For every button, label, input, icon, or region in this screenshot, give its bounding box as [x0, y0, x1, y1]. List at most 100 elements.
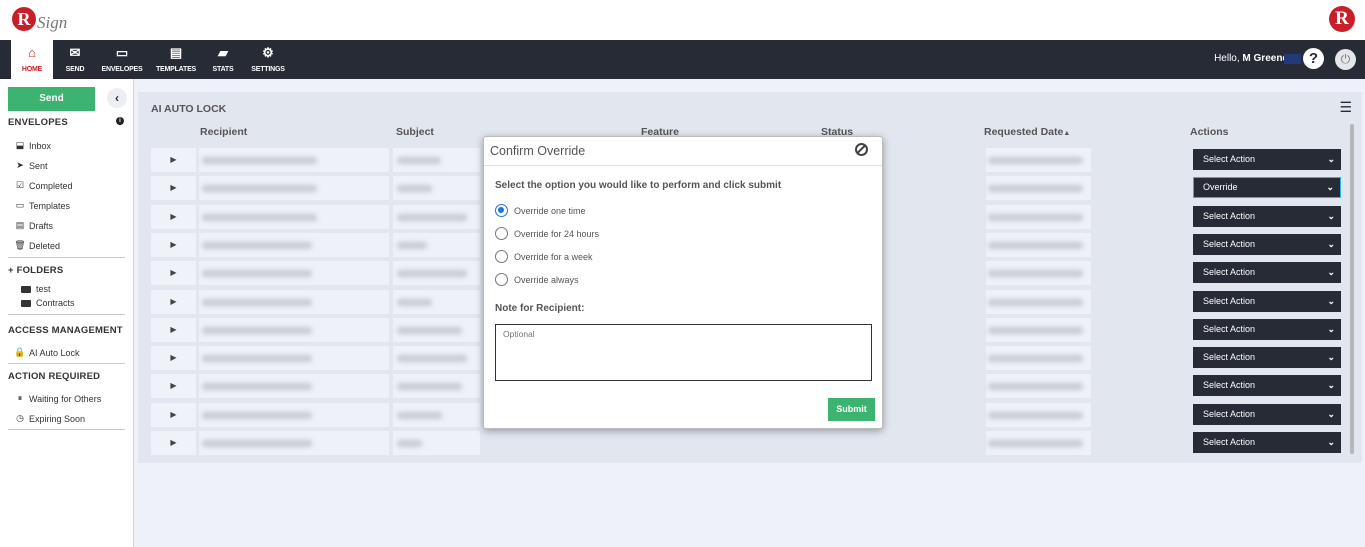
expand-row-button[interactable]: ▶ [151, 402, 196, 427]
sidebar: Send ‹ ENVELOPES i ⬓ Inbox ➤ Sent ☑ Complet… [0, 79, 134, 547]
action-select[interactable]: Select Action ⌄ [1193, 262, 1341, 284]
option-label: Override one time [514, 205, 586, 216]
option-24-hours[interactable]: Override for 24 hours [495, 227, 599, 240]
chevron-down-icon: ⌄ [1327, 352, 1335, 363]
date-cell [986, 232, 1091, 257]
nav-send[interactable]: ✉ SEND [60, 40, 90, 79]
action-select[interactable]: Select Action ⌄ [1193, 318, 1341, 340]
action-select[interactable]: Select Action ⌄ [1193, 432, 1341, 453]
action-select[interactable]: Select Action ⌄ [1193, 290, 1341, 312]
nav-home[interactable]: ⌂ HOME [11, 40, 53, 79]
table-row[interactable]: ▶ Select Action ⌄ [151, 431, 1343, 455]
plus-icon[interactable]: + [8, 265, 17, 276]
caret-right-icon: ▶ [170, 211, 177, 221]
redacted-text [988, 213, 1083, 221]
radio[interactable] [495, 273, 508, 286]
user-greeting[interactable]: Hello, M Greene [1214, 53, 1288, 64]
redacted-text [202, 355, 312, 363]
sidebar-item-sent[interactable]: ➤ Sent [14, 160, 47, 171]
chevron-down-icon: ⌄ [1327, 437, 1335, 447]
action-select[interactable]: Select Action ⌄ [1193, 403, 1341, 425]
action-select[interactable]: Select Action ⌄ [1193, 375, 1341, 397]
rsign-logo[interactable]: R Sign [12, 5, 67, 33]
expand-row-button[interactable]: ▶ [151, 176, 196, 201]
action-select[interactable]: Select Action ⌄ [1193, 347, 1341, 369]
sidebar-item-drafts[interactable]: ▤ Drafts [14, 220, 53, 231]
action-select[interactable]: Select Action ⌄ [1193, 149, 1341, 170]
main-nav: ⌂ HOME ✉ SEND ▭ ENVELOPES ▤ TEMPLATES ▰ STATS… [0, 40, 1365, 79]
radio-selected[interactable] [495, 204, 508, 217]
recipient-cell [199, 289, 389, 314]
expand-row-button[interactable]: ▶ [151, 261, 196, 286]
vertical-scrollbar[interactable] [1350, 124, 1354, 454]
sidebar-item-templates[interactable]: ▭ Templates [14, 200, 70, 211]
redacted-text [202, 213, 317, 221]
sidebar-item-waiting[interactable]: ⏸ Waiting for Others [14, 393, 101, 404]
date-cell [986, 289, 1091, 314]
radio[interactable] [495, 227, 508, 240]
caret-right-icon: ▶ [170, 239, 177, 249]
info-icon[interactable]: i [116, 117, 124, 125]
sidebar-item-inbox[interactable]: ⬓ Inbox [14, 140, 51, 151]
select-value: Override [1203, 182, 1238, 193]
redacted-text [397, 383, 462, 391]
select-value: Select Action [1203, 380, 1256, 391]
radio[interactable] [495, 250, 508, 263]
divider [8, 429, 125, 430]
nav-envelopes[interactable]: ▭ ENVELOPES [98, 40, 146, 79]
folder-contracts[interactable]: Contracts [21, 298, 75, 308]
expand-row-button[interactable]: ▶ [151, 431, 196, 455]
uk-flag-icon[interactable] [1284, 54, 1301, 64]
redacted-text [202, 383, 312, 391]
paper-plane-icon: ➤ [16, 160, 24, 170]
redacted-text [202, 270, 312, 278]
submit-button[interactable]: Submit [828, 398, 875, 421]
sidebar-item-expiring[interactable]: ◷ Expiring Soon [14, 413, 85, 424]
power-icon[interactable]: ⏻ [1335, 49, 1356, 70]
expand-row-button[interactable]: ▶ [151, 346, 196, 371]
sidebar-item-ai-auto-lock[interactable]: 🔒 AI Auto Lock [14, 347, 79, 358]
expand-row-button[interactable]: ▶ [151, 148, 196, 172]
col-recipient[interactable]: Recipient [200, 126, 247, 138]
help-icon[interactable]: ? [1303, 48, 1324, 69]
nav-settings[interactable]: ⚙ SETTINGS [248, 40, 288, 79]
clock-icon: ◷ [16, 413, 24, 423]
expand-row-button[interactable]: ▶ [151, 374, 196, 399]
redacted-text [397, 298, 432, 306]
folder-test[interactable]: test [21, 284, 51, 294]
option-week[interactable]: Override for a week [495, 250, 593, 263]
expand-row-button[interactable]: ▶ [151, 232, 196, 257]
expand-row-button[interactable]: ▶ [151, 317, 196, 342]
inbox-icon: ⬓ [15, 140, 25, 150]
drafts-icon: ▤ [15, 220, 25, 230]
trash-icon: 🗑 [14, 240, 26, 250]
action-select[interactable]: Select Action ⌄ [1193, 205, 1341, 227]
sidebar-item-label: Deleted [29, 240, 61, 251]
option-always[interactable]: Override always [495, 273, 579, 286]
nav-templates[interactable]: ▤ TEMPLATES [152, 40, 200, 79]
caret-right-icon: ▶ [170, 268, 177, 278]
caret-right-icon: ▶ [170, 296, 177, 306]
column-settings-icon[interactable]: ☰ [1339, 99, 1352, 116]
note-input[interactable] [495, 324, 872, 381]
expand-row-button[interactable]: ▶ [151, 289, 196, 314]
sidebar-item-deleted[interactable]: 🗑 Deleted [14, 240, 60, 251]
subject-cell [393, 148, 480, 172]
collapse-sidebar-button[interactable]: ‹ [107, 88, 127, 108]
select-value: Select Action [1203, 408, 1256, 419]
nav-stats[interactable]: ▰ STATS [208, 40, 238, 79]
sidebar-item-completed[interactable]: ☑ Completed [14, 180, 73, 191]
subject-cell [393, 374, 480, 399]
recipient-cell [199, 317, 389, 342]
expand-row-button[interactable]: ▶ [151, 204, 196, 229]
redacted-text [988, 157, 1083, 164]
send-button[interactable]: Send [8, 87, 95, 111]
folders-heading[interactable]: + FOLDERS [8, 265, 63, 276]
col-requested-date[interactable]: Requested Date▲ [984, 126, 1070, 138]
option-one-time[interactable]: Override one time [495, 204, 586, 217]
action-select[interactable]: Select Action ⌄ [1193, 233, 1341, 255]
action-select[interactable]: Override ⌄ [1193, 177, 1341, 199]
nav-label: SETTINGS [251, 66, 285, 73]
close-icon[interactable] [855, 143, 868, 156]
col-subject[interactable]: Subject [396, 126, 434, 138]
